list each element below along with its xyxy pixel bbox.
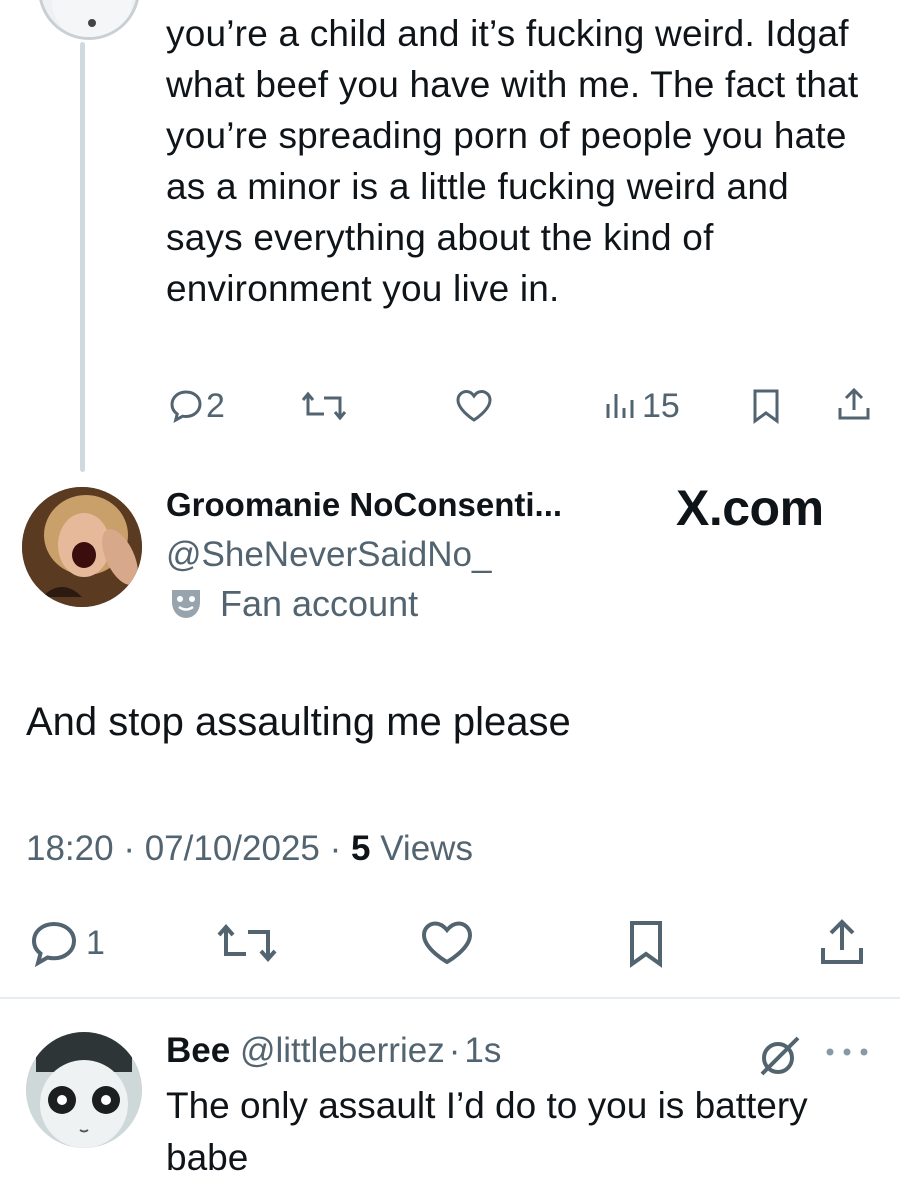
fan-account-label: Fan account xyxy=(166,583,418,625)
bookmark-icon xyxy=(630,921,662,968)
heart-icon xyxy=(456,389,492,422)
reply-separator: · xyxy=(448,1031,461,1070)
reply-age[interactable]: 1s xyxy=(464,1031,501,1070)
main-retweet-button[interactable] xyxy=(214,918,280,968)
main-reply-button[interactable]: 1 xyxy=(26,918,105,968)
main-tweet-handle[interactable]: @SheNeverSaidNo_ xyxy=(166,535,491,575)
main-tweet-text: And stop assaulting me please xyxy=(26,700,571,744)
share-icon xyxy=(821,919,863,964)
retweet-icon xyxy=(217,923,277,963)
previous-reply-count: 2 xyxy=(206,386,225,425)
views-count: 5 xyxy=(351,829,371,868)
meta-separator: · xyxy=(123,829,135,868)
more-button[interactable] xyxy=(822,1044,872,1065)
previous-tweet-text: you’re a child and it’s fucking weird. I… xyxy=(166,13,859,309)
grok-button[interactable] xyxy=(756,1032,804,1085)
divider xyxy=(0,997,900,999)
previous-retweet-button[interactable] xyxy=(300,386,348,426)
previous-tweet-avatar[interactable] xyxy=(38,0,140,40)
reply-handle[interactable]: @littleberriez xyxy=(240,1031,445,1070)
views-icon xyxy=(606,394,634,418)
reply-text: The only assault I’d do to you is batter… xyxy=(166,1085,808,1178)
reply-icon xyxy=(170,390,202,423)
grok-icon xyxy=(760,1036,800,1076)
previous-views-button[interactable]: 15 xyxy=(602,386,680,426)
reply-display-name[interactable]: Bee xyxy=(166,1031,230,1070)
x-com-watermark: X.com xyxy=(676,480,824,536)
previous-like-button[interactable] xyxy=(453,386,495,426)
reply-header: Bee @littleberriez · 1s xyxy=(166,1031,501,1071)
more-icon xyxy=(826,1048,868,1056)
fan-account-text: Fan account xyxy=(220,583,419,624)
previous-share-button[interactable] xyxy=(834,384,874,424)
tweet-date[interactable]: 07/10/2025 xyxy=(145,829,320,868)
main-share-button[interactable] xyxy=(816,916,868,968)
main-tweet-avatar[interactable] xyxy=(22,487,142,607)
views-label: Views xyxy=(380,829,473,868)
reply-icon xyxy=(31,921,77,968)
previous-bookmark-button[interactable] xyxy=(746,386,786,426)
main-reply-count: 1 xyxy=(86,923,105,962)
heart-icon xyxy=(421,921,473,965)
thread-line xyxy=(80,42,85,472)
main-bookmark-button[interactable] xyxy=(622,918,670,970)
tweet-meta: 18:20 · 07/10/2025 · 5 Views xyxy=(26,829,473,869)
previous-view-count: 15 xyxy=(642,386,680,425)
reply-avatar[interactable] xyxy=(26,1032,142,1148)
previous-reply-button[interactable]: 2 xyxy=(166,386,225,426)
tweet-time[interactable]: 18:20 xyxy=(26,829,114,868)
retweet-icon xyxy=(301,391,347,421)
bookmark-icon xyxy=(753,389,779,424)
share-icon xyxy=(838,387,870,420)
main-like-button[interactable] xyxy=(418,918,476,968)
masks-icon xyxy=(172,590,200,618)
main-tweet-display-name[interactable]: Groomanie NoConsenti... xyxy=(166,486,562,524)
meta-separator: · xyxy=(329,829,342,868)
